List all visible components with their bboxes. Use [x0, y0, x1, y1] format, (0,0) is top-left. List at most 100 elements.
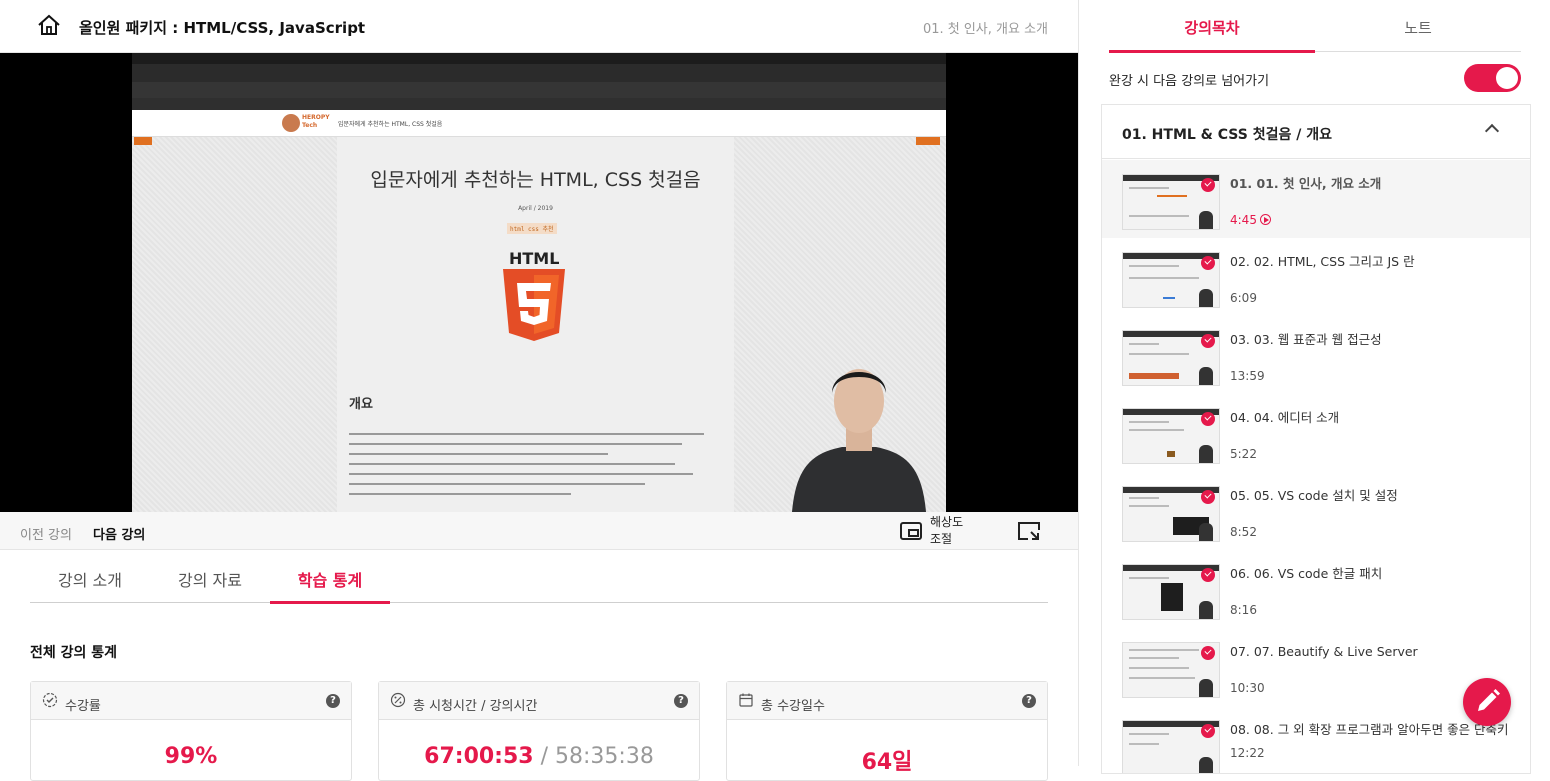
section-title: 01. HTML & CSS 첫걸음 / 개요 [1122, 127, 1332, 143]
curriculum-section: 01. HTML & CSS 첫걸음 / 개요 01. 01. 첫 인사, 개요… [1101, 104, 1531, 774]
autoplay-toggle[interactable] [1464, 64, 1521, 92]
instructor-video-overlay [792, 369, 926, 512]
lecture-item[interactable]: 02. 02. HTML, CSS 그리고 JS 란 6:09 [1102, 238, 1530, 316]
help-icon[interactable]: ? [326, 694, 340, 708]
post-tags: html css 추천 [507, 223, 557, 234]
active-tab-indicator [1109, 50, 1315, 53]
video-frame: HEROPY Tech 입문자에게 추천하는 HTML, CSS 첫걸음 입문자… [132, 53, 946, 512]
autoplay-label: 완강 시 다음 강의로 넘어가기 [1109, 74, 1270, 89]
top-bar: 올인원 패키지 : HTML/CSS, JavaScript 01. 첫 인사,… [0, 0, 1078, 53]
card-value: 99% [31, 744, 351, 769]
chevron-up-icon[interactable] [1484, 123, 1500, 139]
lecture-title: 02. 02. HTML, CSS 그리고 JS 란 [1230, 254, 1415, 269]
calendar-icon [739, 693, 753, 707]
post-title: 입문자에게 추천하는 HTML, CSS 첫걸음 [370, 169, 701, 191]
stat-card-progress: 수강률 ? 99% [30, 681, 352, 781]
card-value: 67:00:53 / 58:35:38 [379, 744, 699, 769]
post-date: April / 2019 [518, 205, 553, 212]
card-title: 총 수강일수 [761, 699, 825, 714]
stat-card-days: 총 수강일수 ? 64일 [726, 681, 1048, 781]
html5-logo-icon [503, 269, 565, 341]
watch-time-value: 67:00:53 [424, 744, 534, 769]
card-title: 총 시청시간 / 강의시간 [413, 699, 538, 714]
lecture-duration: 10:30 [1230, 681, 1265, 695]
player-controls: 이전 강의 다음 강의 해상도 조절 [0, 512, 1078, 550]
toggle-knob [1496, 67, 1518, 89]
orange-tag [134, 137, 152, 145]
tab-lecture-materials[interactable]: 강의 자료 [150, 567, 270, 591]
progress-value: 99% [164, 744, 218, 769]
section-header[interactable]: 01. HTML & CSS 첫걸음 / 개요 [1102, 105, 1530, 159]
stats-heading: 전체 강의 통계 [30, 645, 118, 661]
check-circle-icon [42, 692, 58, 708]
lecture-title: 07. 07. Beautify & Live Server [1230, 644, 1418, 659]
tab-curriculum[interactable]: 강의목차 [1109, 17, 1315, 38]
fullscreen-icon[interactable] [1018, 522, 1040, 540]
tab-lecture-intro[interactable]: 강의 소개 [30, 567, 150, 591]
lecture-item[interactable]: 01. 01. 첫 인사, 개요 소개 4:45 [1102, 160, 1530, 238]
completed-check-icon [1201, 412, 1215, 426]
percent-circle-icon [390, 692, 406, 708]
days-value: 64일 [861, 750, 913, 775]
help-icon[interactable]: ? [674, 694, 688, 708]
site-logo-text: HEROPY Tech [302, 114, 330, 129]
lecture-duration: 6:09 [1230, 291, 1257, 305]
value-separator: / [533, 744, 556, 769]
pencil-icon [1478, 689, 1500, 711]
card-header: 총 시청시간 / 강의시간 ? [379, 682, 699, 720]
help-icon[interactable]: ? [1022, 694, 1036, 708]
side-panel: 강의목차 노트 완강 시 다음 강의로 넘어가기 01. HTML & CSS … [1078, 0, 1550, 774]
side-column-left [132, 137, 337, 512]
browser-tab-bar [132, 64, 946, 82]
course-title: 올인원 패키지 : HTML/CSS, JavaScript [79, 19, 366, 37]
lecture-title: 05. 05. VS code 설치 및 설정 [1230, 488, 1398, 503]
lecture-duration-text: 4:45 [1230, 213, 1257, 227]
section-heading: 개요 [349, 397, 373, 412]
resolution-icon[interactable] [900, 522, 922, 540]
video-player[interactable]: HEROPY Tech 입문자에게 추천하는 HTML, CSS 첫걸음 입문자… [0, 53, 1078, 512]
article-body [349, 433, 719, 503]
resolution-button[interactable]: 해상도 조절 [930, 514, 970, 548]
lecture-duration: 13:59 [1230, 369, 1265, 383]
lecture-duration: 5:22 [1230, 447, 1257, 461]
lecture-title: 03. 03. 웹 표준과 웹 접근성 [1230, 332, 1382, 347]
lecture-title: 01. 01. 첫 인사, 개요 소개 [1230, 176, 1382, 191]
info-tabs: 강의 소개 강의 자료 학습 통계 [30, 551, 1048, 604]
write-note-button[interactable] [1463, 678, 1511, 726]
side-panel-tabs: 강의목차 노트 [1109, 0, 1521, 53]
site-nav-title: 입문자에게 추천하는 HTML, CSS 첫걸음 [338, 121, 443, 128]
browser-address-bar [132, 82, 946, 98]
mac-menu-bar [132, 53, 946, 64]
tab-notes[interactable]: 노트 [1315, 17, 1521, 38]
home-icon[interactable] [37, 14, 61, 36]
card-header: 수강률 ? [31, 682, 351, 720]
tab-learning-stats[interactable]: 학습 통계 [270, 567, 390, 591]
next-lecture-button[interactable]: 다음 강의 [93, 524, 145, 543]
prev-lecture-button[interactable]: 이전 강의 [20, 524, 72, 543]
blog-article: 입문자에게 추천하는 HTML, CSS 첫걸음 April / 2019 ht… [337, 137, 734, 512]
lecture-item[interactable]: 06. 06. VS code 한글 패치 8:16 [1102, 550, 1530, 628]
lecture-item[interactable]: 04. 04. 에디터 소개 5:22 [1102, 394, 1530, 472]
completed-check-icon [1201, 568, 1215, 582]
lecture-item[interactable]: 03. 03. 웹 표준과 웹 접근성 13:59 [1102, 316, 1530, 394]
orange-tag [916, 137, 940, 145]
completed-check-icon [1201, 646, 1215, 660]
lecture-item[interactable]: 05. 05. VS code 설치 및 설정 8:52 [1102, 472, 1530, 550]
play-icon [1259, 214, 1271, 225]
lecture-duration: 8:16 [1230, 603, 1257, 617]
site-logo [282, 114, 300, 132]
lecture-duration: 12:22 [1230, 746, 1265, 760]
completed-check-icon [1201, 178, 1215, 192]
completed-check-icon [1201, 490, 1215, 504]
card-value: 64일 [727, 744, 1047, 776]
lecture-title: 04. 04. 에디터 소개 [1230, 410, 1340, 425]
completed-check-icon [1201, 256, 1215, 270]
browser-bookmarks-bar [132, 98, 946, 110]
current-lecture-title: 01. 첫 인사, 개요 소개 [922, 22, 1048, 37]
lecture-duration: 8:52 [1230, 525, 1257, 539]
completed-check-icon [1201, 334, 1215, 348]
card-title: 수강률 [65, 699, 101, 714]
stat-card-watch-time: 총 시청시간 / 강의시간 ? 67:00:53 / 58:35:38 [378, 681, 700, 781]
lecture-title: 06. 06. VS code 한글 패치 [1230, 566, 1383, 581]
lecture-duration: 4:45 [1230, 213, 1271, 227]
